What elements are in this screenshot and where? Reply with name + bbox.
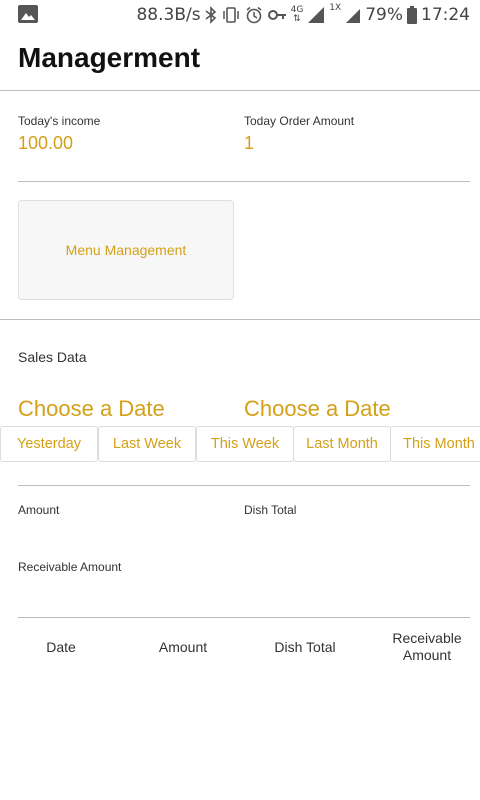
range-yesterday-button[interactable]: Yesterday	[0, 426, 98, 462]
data-arrows-icon: ⇅	[293, 14, 301, 24]
table-header: Date Amount Dish Total Receivable Amount	[0, 624, 480, 670]
header-divider	[0, 90, 480, 91]
alarm-icon	[246, 6, 262, 24]
quick-range-bar: Yesterday Last Week This Week Last Month…	[0, 426, 480, 462]
range-this-month-button[interactable]: This Month	[390, 426, 480, 462]
start-date-picker[interactable]: Choose a Date	[18, 396, 165, 422]
column-dish-total: Dish Total	[274, 638, 336, 655]
range-divider	[18, 485, 470, 486]
signal-2-icon	[346, 9, 361, 23]
receivable-amount-label: Receivable Amount	[18, 560, 122, 574]
battery-percent: 79%	[365, 5, 403, 25]
sim-label: 1X	[329, 3, 342, 13]
clock: 17:24	[421, 5, 470, 25]
status-indicators: 88.3B/s 4G ⇅ 1X 79% 17:24	[136, 4, 470, 26]
range-last-week-button[interactable]: Last Week	[98, 426, 196, 462]
range-last-month-button[interactable]: Last Month	[293, 426, 391, 462]
key-icon	[267, 10, 286, 20]
net-speed: 88.3B/s	[136, 5, 201, 25]
summary-divider	[18, 181, 470, 182]
menu-management-label: Menu Management	[65, 242, 187, 258]
order-amount-label: Today Order Amount	[244, 114, 355, 128]
vibrate-icon	[222, 7, 239, 23]
image-icon	[18, 5, 38, 23]
amount-label: Amount	[18, 503, 60, 517]
income-value: 100.00	[18, 133, 74, 153]
column-date: Date	[46, 638, 76, 655]
income-label: Today's income	[18, 114, 101, 128]
range-this-week-button[interactable]: This Week	[196, 426, 294, 462]
page-title: Managerment	[18, 42, 201, 73]
stats-divider	[18, 617, 470, 618]
bluetooth-icon	[205, 6, 216, 24]
column-amount: Amount	[158, 638, 208, 655]
signal-icon	[308, 7, 325, 23]
sales-data-title: Sales Data	[18, 349, 87, 365]
status-bar: 88.3B/s 4G ⇅ 1X 79% 17:24	[0, 0, 480, 30]
menu-management-button[interactable]: Menu Management	[18, 200, 234, 300]
dish-total-label: Dish Total	[244, 503, 297, 517]
column-receivable-amount: Receivable Amount	[392, 630, 462, 663]
order-amount-value: 1	[244, 133, 255, 153]
section-divider	[0, 319, 480, 320]
network-type: 4G ⇅	[291, 6, 304, 24]
battery-icon	[407, 6, 417, 24]
end-date-picker[interactable]: Choose a Date	[244, 396, 391, 422]
